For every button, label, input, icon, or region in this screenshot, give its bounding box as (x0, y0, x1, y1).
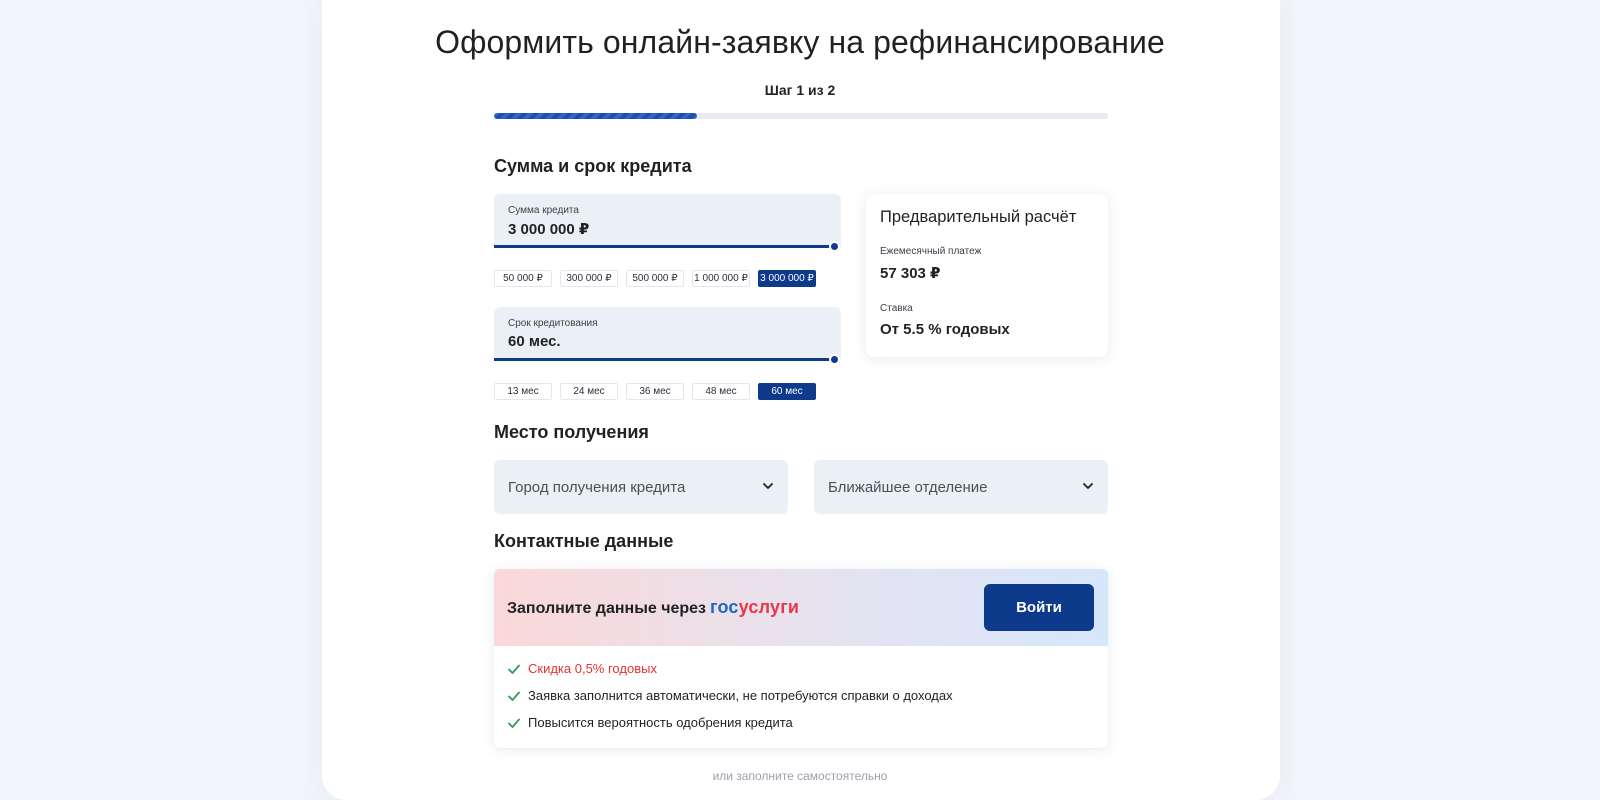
monthly-payment-value: 57 303 ₽ (880, 265, 941, 282)
term-preset-chip[interactable]: 36 мес (626, 383, 684, 400)
loan-amount-slider-handle[interactable] (829, 241, 840, 252)
amount-preset-chip[interactable]: 1 000 000 ₽ (692, 270, 750, 287)
gosuslugi-prompt-text: Заполните данные через (507, 600, 707, 617)
contacts-section-title: Контактные данные (494, 531, 674, 551)
gosuslugi-login-button[interactable]: Войти (984, 584, 1094, 631)
benefit-text: Скидка 0,5% годовых (528, 661, 657, 676)
benefit-item: Повысится вероятность одобрения кредита (507, 715, 793, 730)
term-preset-chip[interactable]: 13 мес (494, 383, 552, 400)
loan-amount-value[interactable]: 3 000 000 ₽ (508, 220, 589, 238)
check-icon (508, 691, 520, 701)
loan-term-slider[interactable] (494, 358, 834, 361)
gosuslugi-prompt: Заполните данные через госуслуги (507, 597, 799, 618)
term-preset-chip[interactable]: 48 мес (692, 383, 750, 400)
gosuslugi-logo-part1: гос (710, 597, 739, 617)
loan-section-title: Сумма и срок кредита (494, 156, 692, 176)
gosuslugi-logo-part2: услуги (738, 597, 800, 617)
place-section-title: Место получения (494, 422, 649, 442)
loan-amount-slider[interactable] (494, 245, 834, 248)
amount-preset-chip[interactable]: 500 000 ₽ (626, 270, 684, 287)
amount-preset-chip[interactable]: 3 000 000 ₽ (758, 270, 816, 287)
benefit-text: Заявка заполнится автоматически, не потр… (528, 688, 953, 703)
term-preset-chip[interactable]: 60 мес (758, 383, 816, 400)
calc-title: Предварительный расчёт (880, 208, 1077, 226)
loan-amount-label: Сумма кредита (508, 205, 579, 216)
check-icon (508, 718, 520, 728)
rate-value: От 5.5 % годовых (880, 321, 1010, 338)
loan-term-field[interactable]: Срок кредитования 60 мес. (494, 307, 841, 365)
city-select[interactable]: Город получения кредита (494, 460, 788, 514)
loan-amount-field[interactable]: Сумма кредита 3 000 000 ₽ (494, 194, 841, 252)
chevron-down-icon (763, 483, 773, 489)
manual-fill-hint[interactable]: или заполните самостоятельно (0, 769, 1600, 783)
amount-preset-chip[interactable]: 300 000 ₽ (560, 270, 618, 287)
loan-term-presets: 13 мес 24 мес 36 мес 48 мес 60 мес (494, 383, 816, 400)
benefit-item: Скидка 0,5% годовых (507, 661, 657, 676)
city-select-placeholder: Город получения кредита (508, 479, 686, 496)
gosuslugi-header: Заполните данные через госуслуги Войти (494, 569, 1108, 646)
step-indicator: Шаг 1 из 2 (764, 82, 836, 98)
branch-select[interactable]: Ближайшее отделение (814, 460, 1108, 514)
rate-label: Ставка (880, 303, 913, 314)
page-title: Оформить онлайн-заявку на рефинансирован… (435, 24, 1165, 60)
step-progress-fill (494, 113, 697, 119)
branch-select-placeholder: Ближайшее отделение (828, 479, 988, 496)
benefit-text: Повысится вероятность одобрения кредита (528, 715, 793, 730)
benefit-item: Заявка заполнится автоматически, не потр… (507, 688, 953, 703)
step-progress-bar (494, 113, 1108, 119)
loan-term-label: Срок кредитования (508, 318, 598, 329)
preliminary-calculation-card: Предварительный расчёт Ежемесячный плате… (866, 194, 1108, 357)
gosuslugi-logo: госуслуги (710, 597, 799, 617)
loan-term-value[interactable]: 60 мес. (508, 333, 561, 350)
chevron-down-icon (1083, 483, 1093, 489)
amount-preset-chip[interactable]: 50 000 ₽ (494, 270, 552, 287)
check-icon (508, 664, 520, 674)
monthly-payment-label: Ежемесячный платеж (880, 246, 982, 257)
gosuslugi-block: Заполните данные через госуслуги Войти Ск… (494, 569, 1108, 748)
loan-amount-presets: 50 000 ₽ 300 000 ₽ 500 000 ₽ 1 000 000 ₽… (494, 270, 816, 287)
loan-term-slider-handle[interactable] (829, 354, 840, 365)
term-preset-chip[interactable]: 24 мес (560, 383, 618, 400)
